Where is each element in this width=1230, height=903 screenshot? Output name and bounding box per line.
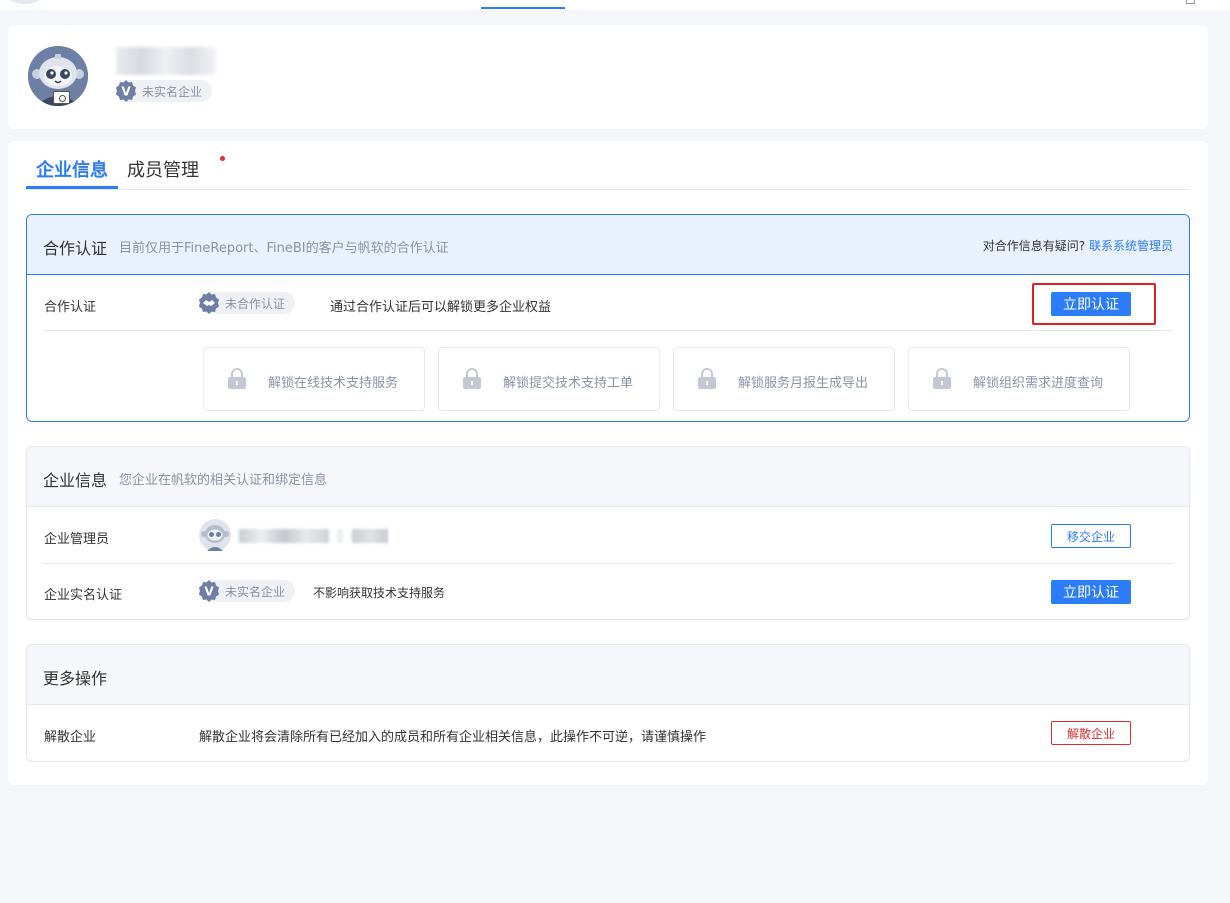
profile-card: V 未实名企业 <box>8 25 1208 129</box>
feature-monthly-report[interactable]: 解锁服务月报生成导出 <box>673 347 895 411</box>
admin-name-redacted <box>239 529 329 543</box>
more-actions-header: 更多操作 <box>27 645 1189 705</box>
realname-label: 企业实名认证 <box>44 588 123 603</box>
more-actions-section: 更多操作 解散企业 解散企业将会清除所有已经加入的成员和所有企业相关信息，此操作… <box>26 644 1190 762</box>
realname-status-label: 未实名企业 <box>225 584 286 599</box>
realname-certify-button[interactable]: 立即认证 <box>1051 580 1131 604</box>
verified-shield-icon: V <box>199 580 219 602</box>
notification-dot <box>220 156 225 161</box>
feature-support-ticket[interactable]: 解锁提交技术支持工单 <box>438 347 660 411</box>
dissolve-enterprise-button[interactable]: 解散企业 <box>1051 721 1131 745</box>
lock-icon <box>698 368 716 389</box>
cooperation-question: 对合作信息有疑问? <box>982 239 1086 253</box>
cooperation-subtitle: 目前仅用于FineReport、FineBI的客户与帆软的合作认证 <box>119 241 449 256</box>
lock-icon <box>933 368 951 389</box>
admin-label: 企业管理员 <box>44 532 110 547</box>
dissolve-note: 解散企业将会清除所有已经加入的成员和所有企业相关信息，此操作不可逆，请谨慎操作 <box>199 730 707 745</box>
contact-admin-link[interactable]: 联系系统管理员 <box>1089 239 1173 253</box>
lock-icon <box>463 368 481 389</box>
cooperation-help: 对合作信息有疑问? 联系系统管理员 <box>983 237 1173 254</box>
cooperation-row-label: 合作认证 <box>44 300 97 315</box>
transfer-enterprise-button[interactable]: 移交企业 <box>1051 524 1131 548</box>
feature-label: 解锁服务月报生成导出 <box>738 376 869 391</box>
lock-icon <box>228 368 246 389</box>
enterprise-section: 企业信息 您企业在帆软的相关认证和绑定信息 企业管理员 移交企业 企业实名认证 … <box>26 446 1190 620</box>
admin-name-redacted <box>337 529 343 543</box>
realname-note: 不影响获取技术支持服务 <box>313 586 446 600</box>
cooperation-description: 通过合作认证后可以解锁更多企业权益 <box>330 300 552 315</box>
feature-label: 解锁提交技术支持工单 <box>503 376 634 391</box>
realname-status-badge: V 未实名企业 <box>199 580 296 602</box>
handshake-icon <box>199 292 219 314</box>
camera-icon[interactable] <box>53 91 70 104</box>
verified-shield-icon: V <box>116 80 136 102</box>
tab-active-underline <box>26 186 118 189</box>
svg-text:V: V <box>121 85 131 99</box>
top-navbar <box>0 0 1230 10</box>
company-name-redacted <box>116 47 216 75</box>
feature-label: 解锁在线技术支持服务 <box>268 376 399 391</box>
enterprise-divider <box>43 563 1173 564</box>
cooperation-section: 合作认证 目前仅用于FineReport、FineBI的客户与帆软的合作认证 对… <box>26 214 1190 422</box>
dissolve-label: 解散企业 <box>44 730 97 745</box>
more-actions-title: 更多操作 <box>43 669 108 688</box>
tab-bar: 企业信息 成员管理 <box>26 141 1190 190</box>
tab-enterprise-info[interactable]: 企业信息 <box>36 156 108 182</box>
cooperation-status-label: 未合作认证 <box>225 296 286 311</box>
admin-contact-redacted <box>352 529 388 543</box>
certify-now-button[interactable]: 立即认证 <box>1051 292 1131 316</box>
enterprise-header: 企业信息 您企业在帆软的相关认证和绑定信息 <box>27 447 1189 507</box>
status-badge-label: 未实名企业 <box>142 84 203 99</box>
admin-avatar-icon <box>199 519 231 551</box>
enterprise-title: 企业信息 <box>43 471 108 490</box>
feature-online-support[interactable]: 解锁在线技术支持服务 <box>203 347 425 411</box>
cooperation-divider <box>43 330 1173 331</box>
tab-member-management[interactable]: 成员管理 <box>127 156 199 182</box>
cooperation-status-badge: 未合作认证 <box>199 292 296 314</box>
cooperation-title: 合作认证 <box>43 239 108 258</box>
svg-text:V: V <box>204 585 214 599</box>
main-panel: 企业信息 成员管理 合作认证 目前仅用于FineReport、FineBI的客户… <box>8 141 1208 785</box>
feature-label: 解锁组织需求进度查询 <box>973 376 1104 391</box>
cooperation-header: 合作认证 目前仅用于FineReport、FineBI的客户与帆软的合作认证 对… <box>27 215 1189 275</box>
status-badge: V 未实名企业 <box>116 80 213 102</box>
user-menu-icon[interactable] <box>1186 0 1195 4</box>
logo-icon <box>8 0 42 4</box>
feature-progress-query[interactable]: 解锁组织需求进度查询 <box>908 347 1130 411</box>
nav-active-indicator <box>481 7 565 9</box>
enterprise-subtitle: 您企业在帆软的相关认证和绑定信息 <box>119 473 328 488</box>
